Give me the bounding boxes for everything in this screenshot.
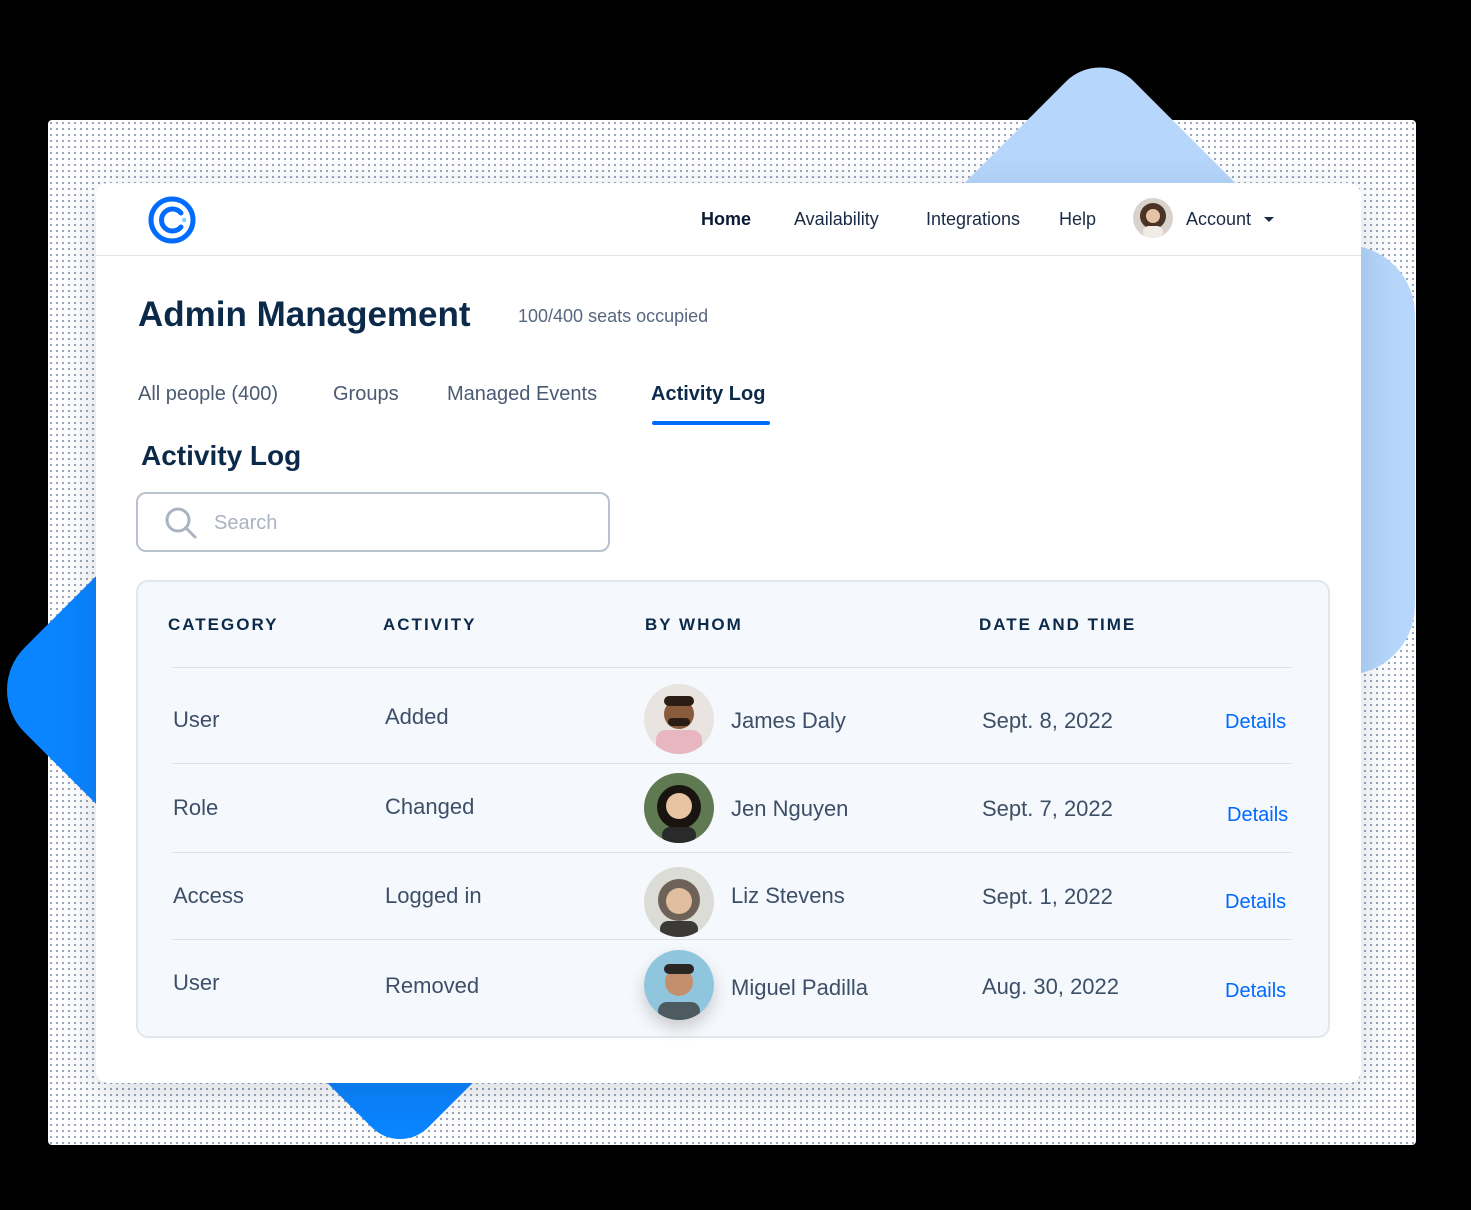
activity-cell: Removed xyxy=(385,973,480,998)
column-header-activity: ACTIVITY xyxy=(383,615,477,634)
account-menu-label[interactable]: Account xyxy=(1186,209,1251,230)
person-name: Jen Nguyen xyxy=(731,796,849,821)
details-link[interactable]: Details xyxy=(1227,804,1288,827)
category-cell: Access xyxy=(173,883,244,908)
app-window: Home Availability Integrations Help Acco… xyxy=(96,183,1361,1083)
search-box[interactable] xyxy=(136,492,610,552)
nav-availability[interactable]: Availability xyxy=(794,209,879,230)
search-input[interactable] xyxy=(212,506,576,540)
person-name: Miguel Padilla xyxy=(731,975,868,1000)
chevron-down-icon[interactable] xyxy=(1264,217,1274,222)
category-cell: Role xyxy=(173,795,219,820)
date-cell: Aug. 30, 2022 xyxy=(982,974,1120,999)
activity-cell: Added xyxy=(385,704,449,729)
avatar xyxy=(644,950,714,1020)
details-link[interactable]: Details xyxy=(1225,980,1286,1003)
details-link[interactable]: Details xyxy=(1225,711,1286,734)
table-row: User Added James Daly Sept. 8, 2022 Deta… xyxy=(138,670,1328,758)
avatar xyxy=(644,867,714,937)
tab-activity-log[interactable]: Activity Log xyxy=(651,383,765,406)
date-cell: Sept. 1, 2022 xyxy=(982,884,1113,909)
search-icon xyxy=(165,507,197,539)
column-header-date: DATE AND TIME xyxy=(979,615,1137,634)
table-row: Role Changed Jen Nguyen Sept. 7, 2022 De… xyxy=(138,764,1328,852)
active-tab-indicator xyxy=(652,421,770,425)
column-header-category: CATEGORY xyxy=(168,615,279,634)
column-header-by-whom: BY WHOM xyxy=(645,615,743,634)
table-row: User Removed Miguel Padilla Aug. 30, 202… xyxy=(138,940,1328,1028)
divider xyxy=(172,667,1292,668)
calendly-logo-icon[interactable] xyxy=(148,196,196,244)
table-row: Access Logged in Liz Stevens Sept. 1, 20… xyxy=(138,853,1328,941)
category-cell: User xyxy=(173,970,220,995)
page-title: Admin Management xyxy=(138,295,471,334)
section-title: Activity Log xyxy=(141,440,302,471)
nav-integrations[interactable]: Integrations xyxy=(926,209,1020,230)
activity-cell: Logged in xyxy=(385,883,482,908)
avatar xyxy=(644,684,714,754)
account-avatar[interactable] xyxy=(1133,198,1173,238)
date-cell: Sept. 8, 2022 xyxy=(982,708,1113,733)
details-link[interactable]: Details xyxy=(1225,891,1286,914)
nav-home[interactable]: Home xyxy=(701,209,751,230)
date-cell: Sept. 7, 2022 xyxy=(982,796,1113,821)
tab-all-people[interactable]: All people (400) xyxy=(138,383,278,406)
activity-table: CATEGORY ACTIVITY BY WHOM DATE AND TIME … xyxy=(136,580,1330,1038)
tab-groups[interactable]: Groups xyxy=(333,383,399,406)
person-name: James Daly xyxy=(731,708,846,733)
tab-managed-events[interactable]: Managed Events xyxy=(447,383,597,406)
nav-help[interactable]: Help xyxy=(1059,209,1096,230)
top-navigation: Home Availability Integrations Help Acco… xyxy=(96,183,1361,256)
seats-counter: 100/400 seats occupied xyxy=(518,306,709,326)
activity-cell: Changed xyxy=(385,794,475,819)
avatar xyxy=(644,773,714,843)
category-cell: User xyxy=(173,707,220,732)
person-name: Liz Stevens xyxy=(731,883,845,908)
